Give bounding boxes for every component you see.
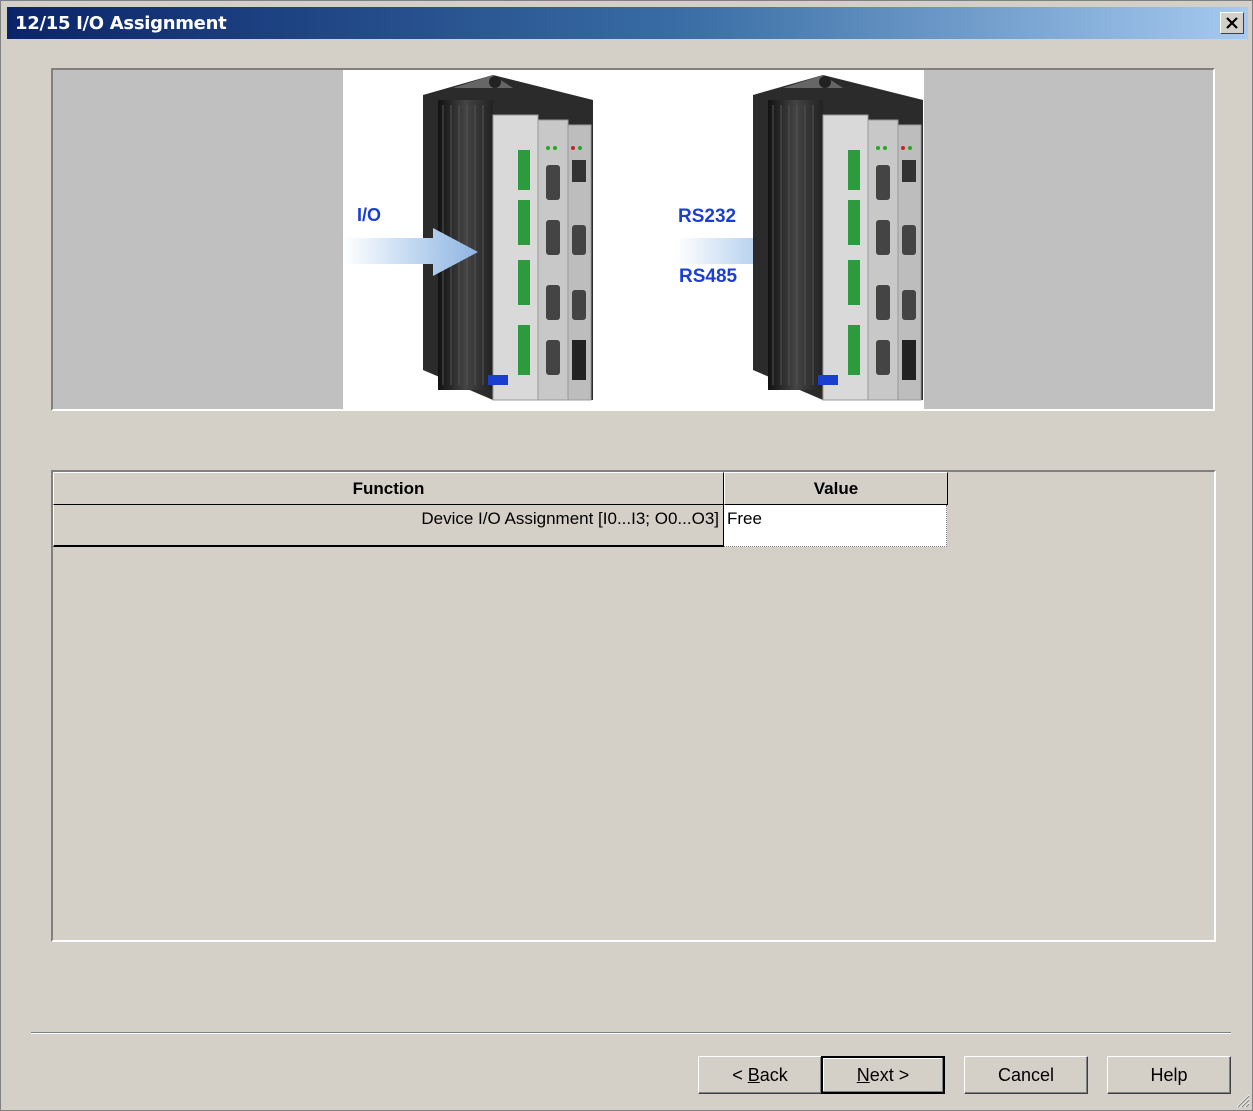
close-button[interactable] [1220,12,1244,34]
function-cell[interactable]: Device I/O Assignment [I0...I3; O0...O3] [53,505,724,547]
value-cell[interactable]: Free [724,505,947,547]
window-title: 12/15 I/O Assignment [15,13,227,34]
resize-grip-icon[interactable] [1234,1092,1250,1108]
back-button-prefix: < [732,1064,748,1085]
device-illustration: I/O RS232 RS485 [343,75,923,401]
button-separator [31,1032,1231,1034]
device-right [753,75,923,401]
rs232-label: RS232 [678,206,736,227]
close-icon [1226,17,1238,29]
next-button-rest: ext > [869,1064,910,1085]
io-assignment-dialog: 12/15 I/O Assignment I/O RS232 RS485 Fun… [0,0,1253,1111]
io-label: I/O [357,205,381,225]
function-value-grid: Function Value Device I/O Assignment [I0… [51,470,1216,942]
cancel-button[interactable]: Cancel [964,1056,1088,1094]
column-header-function[interactable]: Function [53,472,724,505]
back-button[interactable]: < Back [698,1056,822,1094]
next-button-key: N [856,1064,870,1085]
rs485-label: RS485 [679,266,738,287]
back-button-rest: ack [759,1064,788,1085]
device-image-panel: I/O RS232 RS485 [51,68,1215,411]
column-header-value[interactable]: Value [724,472,948,505]
next-button[interactable]: Next > [821,1056,945,1094]
back-button-key: B [747,1064,760,1085]
title-bar[interactable]: 12/15 I/O Assignment [7,7,1248,39]
help-button[interactable]: Help [1107,1056,1231,1094]
device-image: I/O RS232 RS485 [343,70,924,409]
